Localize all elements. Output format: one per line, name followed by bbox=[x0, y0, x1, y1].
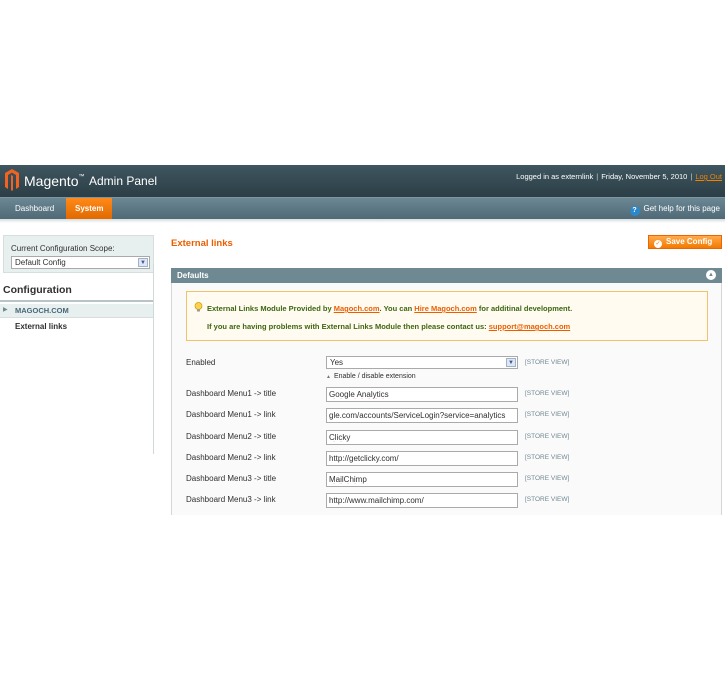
help-icon: ? bbox=[629, 206, 640, 216]
sidebar-item-label: External links bbox=[15, 322, 68, 331]
logo-name[interactable]: Magento™ bbox=[24, 173, 84, 189]
field-label: Dashboard Menu2 -> title bbox=[186, 432, 277, 441]
enabled-select-value: Yes bbox=[330, 358, 344, 367]
save-icon: ✓ bbox=[654, 240, 662, 248]
notice-box: External Links Module Provided by Magoch… bbox=[186, 291, 708, 341]
field-row-menu1-title: Dashboard Menu1 -> title [STORE VIEW] bbox=[186, 387, 706, 403]
chevron-down-icon: ▼ bbox=[138, 258, 148, 267]
scope-select-value: Default Config bbox=[15, 258, 66, 267]
field-label: Dashboard Menu1 -> title bbox=[186, 389, 277, 398]
support-email-link[interactable]: support@magoch.com bbox=[489, 322, 571, 331]
nav-item-system[interactable]: System bbox=[66, 198, 113, 219]
section-header-defaults[interactable]: Defaults ▲ bbox=[171, 268, 722, 283]
field-label: Dashboard Menu1 -> link bbox=[186, 410, 276, 419]
scope-label: Current Configuration Scope: bbox=[11, 244, 115, 253]
scope-tag: [STORE VIEW] bbox=[525, 475, 570, 482]
notice-text: If you are having problems with External… bbox=[207, 322, 489, 331]
sidebar-group-magoch[interactable]: ▶ MAGOCH.COM bbox=[0, 304, 154, 318]
field-hint: ▲ Enable / disable extension bbox=[326, 373, 416, 380]
sidebar-item-external-links[interactable]: External links bbox=[0, 320, 154, 334]
collapse-icon[interactable]: ▲ bbox=[706, 270, 716, 280]
notice-line-1: External Links Module Provided by Magoch… bbox=[207, 304, 572, 313]
page-title: External links bbox=[171, 238, 233, 249]
help-link[interactable]: ? Get help for this page bbox=[629, 202, 721, 216]
menu1-title-input[interactable] bbox=[326, 387, 518, 402]
header-user-info: Logged in as externlink | Friday, November… bbox=[516, 172, 722, 181]
sidebar: Current Configuration Scope: Default Con… bbox=[0, 235, 154, 515]
chevron-down-icon: ▼ bbox=[506, 358, 516, 367]
menu1-link-input[interactable] bbox=[326, 408, 518, 423]
field-hint-text: Enable / disable extension bbox=[333, 373, 416, 380]
field-label: Dashboard Menu2 -> link bbox=[186, 453, 276, 462]
nav-shadow bbox=[0, 219, 725, 223]
separator: | bbox=[596, 172, 599, 181]
field-row-enabled: Enabled Yes ▼ [STORE VIEW] ▲ Enable / dis… bbox=[186, 356, 706, 380]
field-row-menu1-link: Dashboard Menu1 -> link [STORE VIEW] bbox=[186, 408, 706, 424]
field-row-menu3-link: Dashboard Menu3 -> link [STORE VIEW] bbox=[186, 493, 706, 509]
header-date: Friday, November 5, 2010 bbox=[601, 172, 688, 181]
logged-in-text: Logged in as externlink bbox=[516, 172, 594, 181]
notice-line-2: If you are having problems with External… bbox=[207, 322, 570, 331]
logout-link[interactable]: Log Out bbox=[695, 172, 722, 181]
menu3-link-input[interactable] bbox=[326, 493, 518, 508]
field-row-menu2-link: Dashboard Menu2 -> link [STORE VIEW] bbox=[186, 451, 706, 467]
enabled-select[interactable]: Yes ▼ bbox=[326, 356, 518, 369]
save-config-button[interactable]: ✓ Save Config bbox=[648, 235, 722, 249]
scope-tag: [STORE VIEW] bbox=[525, 359, 570, 366]
scope-tag: [STORE VIEW] bbox=[525, 390, 570, 397]
scope-select[interactable]: Default Config ▼ bbox=[11, 256, 150, 269]
scope-tag: [STORE VIEW] bbox=[525, 496, 570, 503]
field-row-menu2-title: Dashboard Menu2 -> title [STORE VIEW] bbox=[186, 430, 706, 446]
sidebar-border bbox=[153, 264, 154, 454]
magento-logo-icon bbox=[5, 169, 19, 191]
triangle-right-icon: ▶ bbox=[3, 307, 8, 313]
main-nav: Dashboard System ? Get help for this page bbox=[0, 197, 725, 219]
magoch-link[interactable]: Magoch.com bbox=[334, 304, 380, 313]
field-label: Dashboard Menu3 -> link bbox=[186, 495, 276, 504]
section-title: Defaults bbox=[177, 271, 209, 280]
notice-text: External Links Module Provided by bbox=[207, 304, 334, 313]
divider bbox=[0, 300, 154, 302]
scope-tag: [STORE VIEW] bbox=[525, 433, 570, 440]
sidebar-group-label: MAGOCH.COM bbox=[15, 306, 69, 315]
lightbulb-icon bbox=[194, 302, 203, 312]
field-label: Dashboard Menu3 -> title bbox=[186, 474, 277, 483]
field-row-menu3-title: Dashboard Menu3 -> title [STORE VIEW] bbox=[186, 472, 706, 488]
header-bar: Magento™ Admin Panel Logged in as extern… bbox=[0, 165, 725, 197]
save-config-label: Save Config bbox=[666, 237, 713, 246]
logo-subtitle: Admin Panel bbox=[89, 174, 158, 188]
hire-link[interactable]: Hire Magoch.com bbox=[414, 304, 477, 313]
field-label: Enabled bbox=[186, 358, 216, 367]
admin-panel: Magento™ Admin Panel Logged in as extern… bbox=[0, 165, 725, 515]
notice-text: for additinal development. bbox=[476, 304, 573, 313]
scope-tag: [STORE VIEW] bbox=[525, 411, 570, 418]
help-label: Get help for this page bbox=[643, 204, 721, 213]
nav-item-dashboard[interactable]: Dashboard bbox=[6, 198, 63, 219]
menu2-title-input[interactable] bbox=[326, 430, 518, 445]
scope-tag: [STORE VIEW] bbox=[525, 454, 570, 461]
scope-switcher: Current Configuration Scope: Default Con… bbox=[3, 235, 154, 273]
menu3-title-input[interactable] bbox=[326, 472, 518, 487]
triangle-up-icon: ▲ bbox=[326, 374, 331, 380]
sidebar-title: Configuration bbox=[3, 284, 72, 296]
notice-text: . You can bbox=[379, 304, 415, 313]
menu2-link-input[interactable] bbox=[326, 451, 518, 466]
